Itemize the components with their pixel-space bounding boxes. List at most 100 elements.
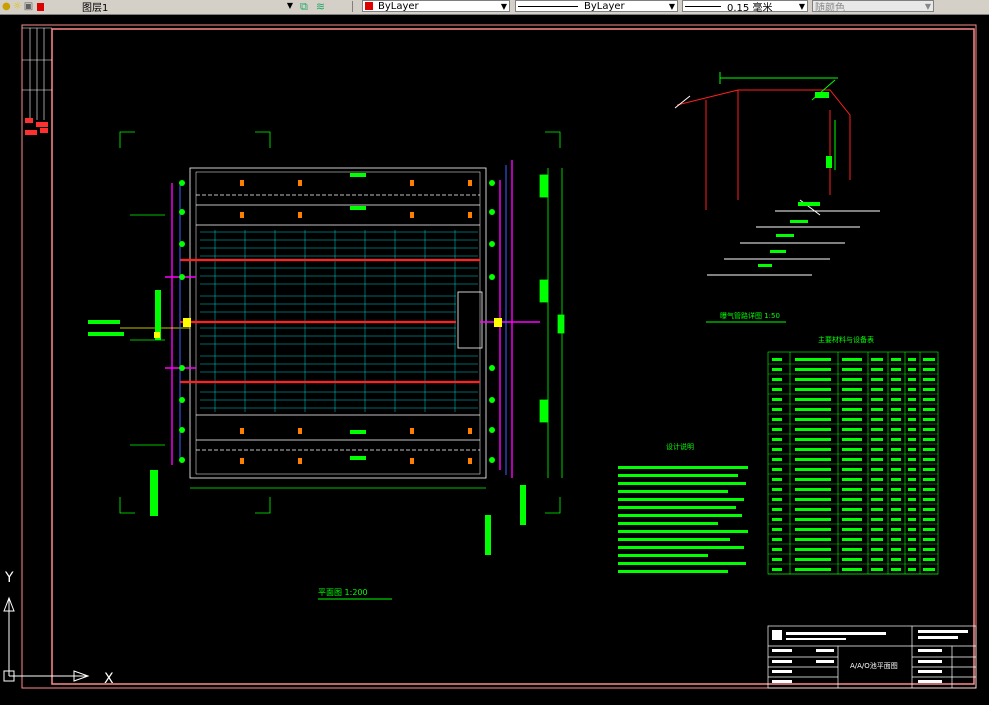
materials-cell-mark <box>891 528 901 531</box>
materials-cell-mark <box>842 568 862 571</box>
sun-icon[interactable]: ☼ <box>13 1 22 12</box>
layer-state-icons[interactable]: ● ☼ ▣ <box>2 0 45 13</box>
chevron-down-icon[interactable]: ▼ <box>925 1 931 12</box>
materials-cell-mark <box>772 568 782 571</box>
materials-cell-mark <box>908 528 916 531</box>
materials-cell-mark <box>772 488 782 491</box>
materials-cell-mark <box>891 478 901 481</box>
materials-cell-mark <box>908 468 916 471</box>
materials-cell-mark <box>891 508 901 511</box>
materials-cell-mark <box>891 398 901 401</box>
materials-cell-mark <box>871 418 883 421</box>
materials-rows <box>768 358 938 575</box>
materials-cell-mark <box>871 388 883 391</box>
materials-cell-mark <box>923 548 935 551</box>
materials-cell-mark <box>908 438 916 441</box>
materials-cell-mark <box>923 398 935 401</box>
materials-cell-mark <box>923 518 935 521</box>
materials-cell-mark <box>772 388 782 391</box>
materials-cell-mark <box>842 368 862 371</box>
lineweight-dropdown-value: 0.15 毫米 <box>727 2 773 14</box>
axis-x-label: X <box>104 671 114 687</box>
linetype-dropdown[interactable]: ByLayer ▼ <box>515 0 678 12</box>
materials-cell-mark <box>871 478 883 481</box>
materials-cell-mark <box>772 538 782 541</box>
materials-cell-mark <box>842 488 862 491</box>
materials-title: 主要材料与设备表 <box>818 335 874 344</box>
color-swatch <box>365 2 373 10</box>
materials-cell-mark <box>923 558 935 561</box>
materials-cell-mark <box>842 398 862 401</box>
layer-stack-icon[interactable]: ≋ <box>316 0 325 13</box>
layer-dropdown[interactable]: 图层1 ▼ <box>80 0 295 14</box>
sheet-outer-frame <box>21 24 977 689</box>
materials-cell-mark <box>795 528 831 531</box>
materials-cell-mark <box>891 548 901 551</box>
note-text-line <box>618 466 748 469</box>
lightbulb-icon[interactable]: ● <box>2 1 11 12</box>
materials-cell-mark <box>842 438 862 441</box>
chevron-down-icon[interactable]: ▼ <box>287 0 293 11</box>
toolbar-separator <box>352 1 353 12</box>
chevron-down-icon[interactable]: ▼ <box>501 1 507 12</box>
materials-cell-mark <box>795 548 831 551</box>
layer-tools[interactable]: ⧉ ≋ <box>300 0 325 13</box>
materials-cell-mark <box>871 468 883 471</box>
materials-cell-mark <box>842 458 862 461</box>
materials-cell-mark <box>772 408 782 411</box>
materials-cell-mark <box>923 488 935 491</box>
materials-cell-mark <box>891 458 901 461</box>
axis-y-label: Y <box>4 570 14 586</box>
materials-cell-mark <box>923 508 935 511</box>
materials-cell-mark <box>772 438 782 441</box>
plan-title: 平面图 1:200 <box>318 588 368 597</box>
note-text-line <box>618 570 728 573</box>
drawing-canvas[interactable]: Y X 平面图 1:200 曝气管路详图 1:50 主要材料与设备表 设计说明 … <box>0 14 989 701</box>
chevron-down-icon[interactable]: ▼ <box>799 1 805 12</box>
materials-cell-mark <box>842 468 862 471</box>
materials-cell-mark <box>842 358 862 361</box>
note-text-line <box>618 490 728 493</box>
materials-cell-mark <box>795 418 831 421</box>
materials-cell-mark <box>795 368 831 371</box>
lineweight-dropdown[interactable]: 0.15 毫米 ▼ <box>682 0 808 14</box>
linetype-dropdown-value: ByLayer <box>584 0 625 12</box>
materials-cell-mark <box>871 488 883 491</box>
materials-cell-mark <box>871 548 883 551</box>
materials-cell-mark <box>891 368 901 371</box>
materials-cell-mark <box>842 548 862 551</box>
materials-cell-mark <box>842 508 862 511</box>
binding-marks <box>25 118 48 135</box>
note-text-line <box>618 562 746 565</box>
lock-icon[interactable]: ▣ <box>24 1 33 12</box>
materials-cell-mark <box>795 508 831 511</box>
materials-cell-mark <box>772 428 782 431</box>
materials-cell-mark <box>923 438 935 441</box>
materials-cell-mark <box>842 428 862 431</box>
materials-cell-mark <box>891 358 901 361</box>
materials-cell-mark <box>795 438 831 441</box>
materials-cell-mark <box>908 418 916 421</box>
layer-previous-icon[interactable]: ⧉ <box>300 0 308 14</box>
materials-cell-mark <box>795 538 831 541</box>
materials-cell-mark <box>871 408 883 411</box>
materials-cell-mark <box>908 548 916 551</box>
plotstyle-dropdown[interactable]: 随颜色 ▼ <box>812 0 934 14</box>
materials-cell-mark <box>891 488 901 491</box>
materials-cell-mark <box>923 368 935 371</box>
notes-lines <box>618 466 748 573</box>
color-dropdown[interactable]: ByLayer ▼ <box>362 0 510 12</box>
materials-cell-mark <box>923 498 935 501</box>
chevron-down-icon[interactable]: ▼ <box>669 1 675 12</box>
title-block <box>767 625 977 689</box>
materials-cell-mark <box>772 358 782 361</box>
materials-cell-mark <box>795 468 831 471</box>
materials-cell-mark <box>772 448 782 451</box>
materials-cell-mark <box>871 358 883 361</box>
materials-cell-mark <box>772 468 782 471</box>
materials-cell-mark <box>891 468 901 471</box>
note-text-line <box>618 498 744 501</box>
materials-cell-mark <box>795 408 831 411</box>
layer-color-swatch <box>37 2 45 11</box>
materials-cell-mark <box>842 538 862 541</box>
